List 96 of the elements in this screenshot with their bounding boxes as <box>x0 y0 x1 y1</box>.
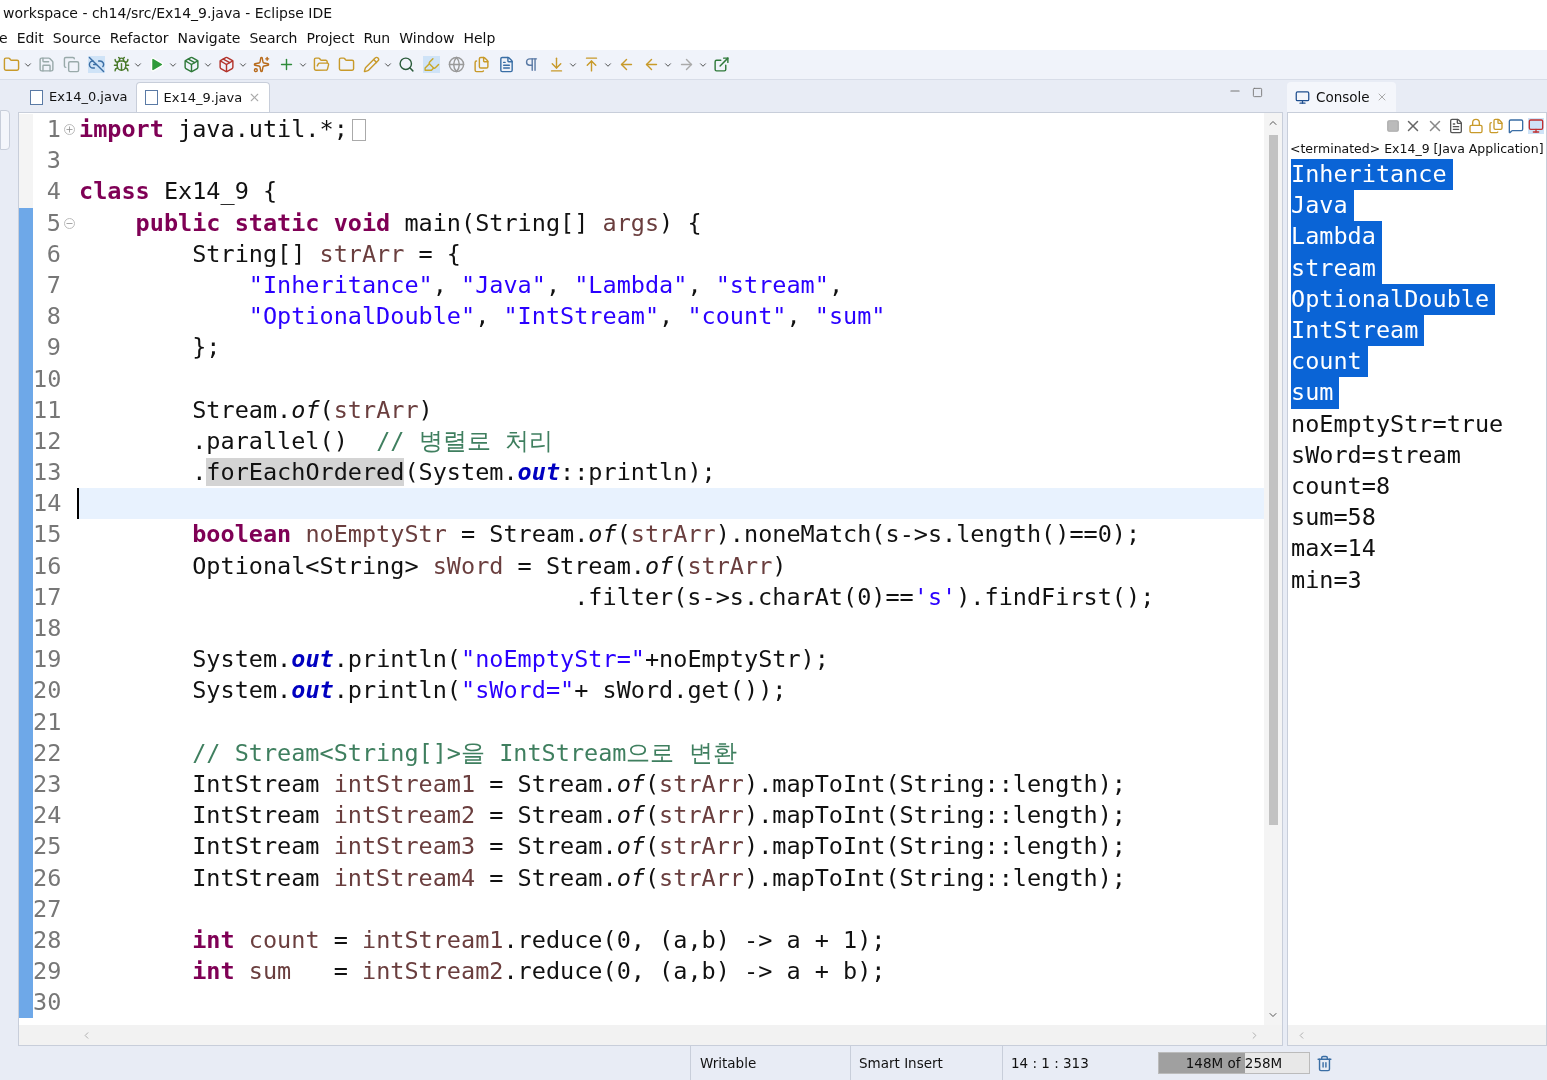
code-line: System.out.println("noEmptyStr="+noEmptyStr); <box>191 644 829 676</box>
console-line: max=14 <box>1291 533 1376 565</box>
menu-item[interactable]: Navigate <box>177 27 241 49</box>
code-line: int count = intStream1.reduce(0, (a,b) -> a + 1); <box>191 924 886 956</box>
side-panel-tab[interactable] <box>0 110 10 150</box>
garbage-collect-icon[interactable] <box>1316 1054 1333 1072</box>
run-icon[interactable] <box>148 56 165 73</box>
editor-tab[interactable]: Ex14_0.java <box>22 82 136 112</box>
line-number: 4 <box>46 177 61 206</box>
line-number: 5 <box>46 208 61 237</box>
code-line: }; <box>191 332 221 364</box>
menu-item[interactable]: Project <box>306 27 355 49</box>
globe-icon[interactable] <box>448 56 465 73</box>
menu-item[interactable]: Edit <box>16 27 44 49</box>
code-line: class Ex14_9 { <box>79 176 278 208</box>
line-number: 26 <box>33 863 62 892</box>
line-number: 9 <box>46 333 61 362</box>
code-line: import java.util.*; <box>79 114 348 145</box>
scrollbar-thumb[interactable] <box>1268 135 1278 825</box>
code-line: int sum = intStream2.reduce(0, (a,b) -> a + b); <box>191 956 886 988</box>
save-icon[interactable] <box>38 56 55 73</box>
line-number: 28 <box>33 925 62 954</box>
heap-meter: 148M of 258M <box>1158 1052 1310 1074</box>
menu-item[interactable]: Run <box>363 27 391 49</box>
code-line: Optional<String> sWord = Stream.of(strArr) <box>191 550 787 582</box>
code-line: IntStream intStream3 = Stream.of(strArr).mapToInt(String::length); <box>191 831 1126 863</box>
console-line: sWord=stream <box>1291 439 1461 471</box>
write-mode-status: Writable <box>700 1053 757 1073</box>
code-line: .forEachOrdered(System.out::println); <box>191 457 716 489</box>
vertical-scrollbar[interactable] <box>1264 113 1282 1025</box>
highlighter-icon[interactable] <box>423 56 440 73</box>
insert-mode-status: Smart Insert <box>859 1053 943 1073</box>
menu-item[interactable]: Source <box>52 27 101 49</box>
line-number: 24 <box>33 801 62 830</box>
line-number: 13 <box>33 458 62 487</box>
line-number: 3 <box>46 146 61 175</box>
save-all-icon[interactable] <box>63 56 80 73</box>
cursor-position-status: 14 : 1 : 313 <box>1011 1053 1089 1073</box>
line-number: 18 <box>33 614 62 642</box>
line-number: 6 <box>46 239 61 268</box>
line-number: 19 <box>33 645 62 674</box>
line-number: 20 <box>33 676 62 705</box>
line-number: 11 <box>33 395 62 424</box>
menu-item[interactable]: Window <box>399 27 455 49</box>
line-number: 16 <box>33 551 62 580</box>
code-line: .parallel() // 병렬로 처리 <box>191 425 553 457</box>
terminate-icon[interactable] <box>1386 119 1400 133</box>
code-line: Stream.of(strArr) <box>191 394 433 426</box>
menu-item[interactable]: Help <box>463 27 496 49</box>
window-title: workspace - ch14/src/Ex14_9.java - Eclipse IDE <box>3 3 333 23</box>
line-number: 10 <box>33 364 62 393</box>
horizontal-scrollbar[interactable] <box>1288 1025 1546 1045</box>
horizontal-scrollbar[interactable] <box>19 1025 1282 1045</box>
line-number: 30 <box>33 988 62 1017</box>
code-line: "OptionalDouble", "IntStream", "count", "sum" <box>247 301 886 333</box>
console-line: noEmptyStr=true <box>1291 408 1504 440</box>
open-perspective-icon[interactable] <box>713 56 730 73</box>
pilcrow-icon[interactable] <box>523 56 540 73</box>
code-line: String[] strArr = { <box>191 238 461 270</box>
code-line: "Inheritance", "Java", "Lambda", "stream", <box>247 269 844 301</box>
line-number: 23 <box>33 769 62 798</box>
editor-tab[interactable]: Ex14_9.java <box>135 82 271 112</box>
code-line: // Stream<String[]>을 IntStream으로 변환 <box>191 737 737 769</box>
maximize-icon[interactable] <box>1252 87 1263 98</box>
console-header: <terminated> Ex14_9 [Java Application] <box>1290 139 1544 158</box>
code-line: IntStream intStream2 = Stream.of(strArr).mapToInt(String::length); <box>191 800 1126 832</box>
back-icon[interactable] <box>643 56 660 73</box>
line-number: 12 <box>33 426 62 455</box>
line-number: 7 <box>46 270 61 299</box>
menu-item[interactable]: Search <box>249 27 298 49</box>
menu-item[interactable]: e <box>0 27 8 49</box>
forward-icon[interactable] <box>678 56 695 73</box>
console-line: min=3 <box>1291 564 1362 596</box>
code-line: System.out.println("sWord="+ sWord.get()); <box>191 675 787 707</box>
line-number: 8 <box>46 302 61 331</box>
line-number: 25 <box>33 832 62 861</box>
code-line: IntStream intStream1 = Stream.of(strArr).mapToInt(String::length); <box>191 768 1126 800</box>
line-number: 21 <box>33 707 62 736</box>
code-line: public static void main(String[] args) { <box>134 207 702 239</box>
code-line: boolean noEmptyStr = Stream.of(strArr).noneMatch(s->s.length()==0); <box>191 519 1141 551</box>
code-line: .filter(s->s.charAt(0)=='s').findFirst(); <box>573 581 1155 613</box>
console-line: count=8 <box>1291 471 1391 503</box>
menu-item[interactable]: Refactor <box>109 27 169 49</box>
line-number: 17 <box>33 582 62 611</box>
line-number: 27 <box>33 894 62 923</box>
debug-icon[interactable] <box>113 56 130 73</box>
code-line: IntStream intStream4 = Stream.of(strArr).mapToInt(String::length); <box>191 862 1126 894</box>
fold-expand-icon[interactable] <box>63 124 75 136</box>
line-number: 1 <box>46 115 61 143</box>
line-number: 22 <box>33 738 62 767</box>
console-line: sum=58 <box>1291 502 1376 534</box>
console-tab[interactable]: Console <box>1287 82 1396 112</box>
console-icon <box>1295 89 1310 105</box>
line-number: 14 <box>33 489 62 518</box>
line-number: 29 <box>33 957 62 986</box>
line-number: 15 <box>33 520 62 549</box>
